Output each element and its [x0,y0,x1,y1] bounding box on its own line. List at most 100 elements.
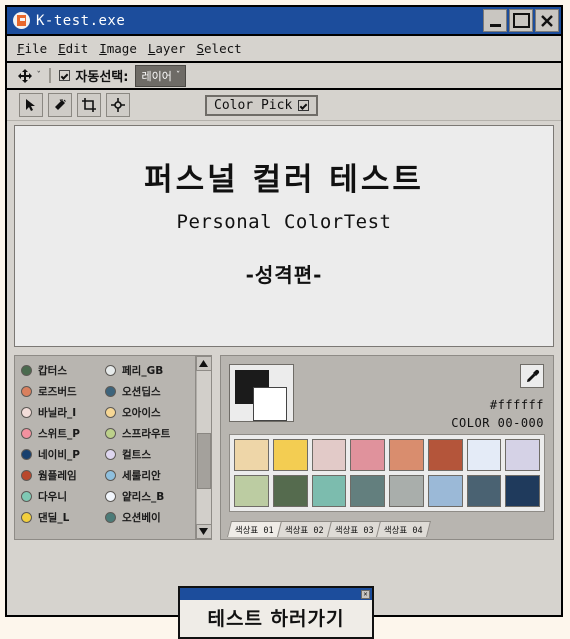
swatch-dot [21,470,32,481]
canvas-area[interactable]: 퍼스널 컬러 테스트 Personal ColorTest -성격편- [14,125,554,347]
close-button[interactable] [535,9,559,32]
list-item[interactable]: 스위트_P [21,426,105,441]
crop-tool[interactable] [77,93,101,117]
dialog-close-icon[interactable]: ✕ [361,589,370,599]
palette-cell[interactable] [389,439,424,471]
palette-cell[interactable] [234,475,269,507]
layer-select-value: 레이어 [141,69,172,83]
palette-cell[interactable] [505,475,540,507]
list-item[interactable]: 세룰리안 [105,468,189,483]
color-pick-toggle[interactable]: Color Pick [205,94,319,116]
palette-cell[interactable] [466,439,502,471]
swatch-label: 스프라우트 [122,428,171,440]
menu-item-image[interactable]: Image [99,41,137,56]
swatch-label: 오아이스 [122,407,161,419]
list-item[interactable]: 바닐라_I [21,405,105,420]
palette-cell[interactable] [350,439,385,471]
palette-cell[interactable] [389,475,424,507]
list-item[interactable]: 댄딜_L [21,510,105,525]
foreground-background-swatch[interactable] [229,364,294,422]
swatch-label: 네이비_P [38,449,80,461]
move-tool-caret[interactable]: ˇ [36,71,41,81]
swatch-label: 오션딥스 [122,386,161,398]
list-item[interactable]: 얕리스_B [105,489,189,504]
pointer-tool[interactable] [19,93,43,117]
scroll-down-icon[interactable] [195,524,212,539]
canvas-title: 퍼스널 컬러 테스트 [144,162,424,198]
tab-label: 색상표 02 [284,526,324,536]
eyedropper-icon[interactable] [520,364,544,388]
scrollbar-track[interactable] [196,371,211,524]
list-item[interactable]: 다우니 [21,489,105,504]
list-item[interactable]: 오션베이 [105,510,189,525]
swatch-dot [21,491,32,502]
tab-label: 색상표 03 [334,526,374,536]
list-item[interactable]: 오션딥스 [105,384,189,399]
palette-row-2 [234,475,540,507]
tab-palette-03[interactable]: 색상표 03 [326,521,382,537]
menu-item-edit[interactable]: Edit [58,41,88,56]
swatch-label: 다우니 [38,491,67,503]
list-item[interactable]: 웜플레임 [21,468,105,483]
list-item[interactable]: 컬트스 [105,447,189,462]
tab-palette-04[interactable]: 색상표 04 [376,521,432,537]
layer-select-dropdown[interactable]: 레이어 ˇ [135,64,187,87]
menu-item-select[interactable]: Select [197,41,242,56]
tool-row: Color Pick [7,90,561,121]
swatch-list-scrollbar[interactable] [195,356,212,539]
list-item[interactable]: 로즈버드 [21,384,105,399]
hex-value: #ffffff [489,398,544,412]
swatch-dot [105,470,116,481]
window-title: K-test.exe [36,12,126,29]
swatch-column-right: 페리_GB 오션딥스 오아이스 스프라우트 컬트스 세룰리안 얕리스_B 오션베… [105,363,189,539]
list-item[interactable]: 스프라우트 [105,426,189,441]
start-test-button[interactable]: 테스트 하러가기 [180,600,372,637]
target-move-tool[interactable] [106,93,130,117]
list-item[interactable]: 오아이스 [105,405,189,420]
minimize-button[interactable] [483,9,507,32]
palette-cell[interactable] [350,475,385,507]
swatch-label: 페리_GB [122,365,164,377]
palette-tabs: 색상표 01 색상표 02 색상표 03 색상표 04 [227,521,432,537]
swatch-dot [21,449,32,460]
menu-item-layer[interactable]: Layer [148,41,186,56]
menu-item-file[interactable]: File [17,41,47,56]
swatch-dot [105,386,116,397]
palette-cell[interactable] [234,439,269,471]
scrollbar-thumb[interactable] [196,433,211,489]
list-item[interactable]: 캅터스 [21,363,105,378]
palette-cell[interactable] [272,439,308,471]
magic-wand-tool[interactable] [48,93,72,117]
swatch-dot [105,407,116,418]
menu-layer-rest: ayer [155,41,186,56]
swatch-label: 로즈버드 [38,386,77,398]
palette-cell[interactable] [272,475,308,507]
options-bar: ˇ 자동선택: 레이어 ˇ [7,63,561,90]
bottom-panels: 캅터스 로즈버드 바닐라_I 스위트_P 네이비_P 웜플레임 다우니 댄딜_L… [14,355,554,540]
swatch-dot [21,512,32,523]
maximize-button[interactable] [509,9,533,32]
background-color[interactable] [253,387,287,421]
tab-label: 색상표 01 [234,526,274,536]
color-pick-checkbox[interactable] [298,99,310,111]
palette-cell[interactable] [466,475,502,507]
tab-palette-02[interactable]: 색상표 02 [276,521,332,537]
palette-cell[interactable] [427,439,463,471]
scroll-up-icon[interactable] [195,356,212,371]
palette-cell[interactable] [427,475,463,507]
auto-select-checkbox[interactable] [59,70,71,81]
palette-cell[interactable] [505,439,540,471]
swatch-columns: 캅터스 로즈버드 바닐라_I 스위트_P 네이비_P 웜플레임 다우니 댄딜_L… [15,356,195,539]
swatch-label: 얕리스_B [122,491,165,503]
color-pick-label: Color Pick [214,97,293,113]
list-item[interactable]: 네이비_P [21,447,105,462]
swatch-dot [21,428,32,439]
move-tool-icon[interactable]: ˇ [17,68,41,84]
palette-cell[interactable] [311,439,347,471]
menu-file-rest: ile [24,41,48,56]
swatch-dot [21,365,32,376]
list-item[interactable]: 페리_GB [105,363,189,378]
tab-palette-01[interactable]: 색상표 01 [227,521,282,537]
palette-cell[interactable] [311,475,347,507]
swatch-label: 컬트스 [122,449,151,461]
